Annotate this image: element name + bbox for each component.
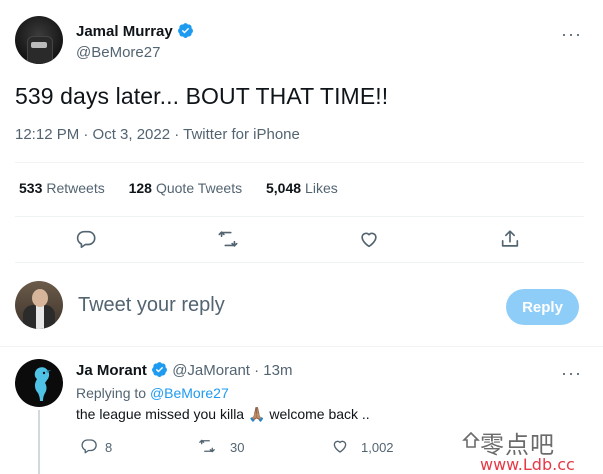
quote-tweets-label: Quote Tweets [155, 180, 243, 196]
author-avatar[interactable] [15, 16, 63, 64]
reply-header: Ja Morant @JaMorant · 13m [76, 361, 292, 379]
reply-likes-count: 1,002 [361, 440, 394, 455]
likes-count: 5,048 [266, 180, 302, 196]
retweet-icon[interactable] [198, 437, 216, 455]
more-icon[interactable]: ··· [561, 25, 582, 43]
avatar-jersey-shape [27, 36, 53, 64]
retweets-label: Retweets [46, 180, 105, 196]
divider [15, 262, 584, 263]
likes-stat[interactable]: 5,048 Likes [266, 180, 338, 196]
reply-author-avatar[interactable] [15, 359, 63, 407]
divider [15, 162, 584, 163]
thread-line [38, 410, 40, 474]
divider [0, 346, 603, 347]
reply-text-after: welcome back .. [265, 406, 370, 422]
author-name-row: Jamal Murray [76, 22, 194, 41]
quote-tweets-count: 128 [128, 180, 152, 196]
reply-button[interactable]: Reply [506, 289, 579, 325]
replying-to-line: Replying to @BeMore27 [76, 385, 229, 401]
verified-badge-icon [152, 362, 167, 377]
avatar-jersey-number-shape [31, 42, 47, 48]
likes-label: Likes [305, 180, 338, 196]
reply-text-before: the league missed you killa [76, 406, 248, 422]
like-icon[interactable] [331, 437, 349, 455]
reply-time[interactable]: · 13m [254, 362, 292, 379]
retweets-count: 533 [19, 180, 43, 196]
reply-retweets-count: 30 [230, 440, 245, 455]
reply-author-handle[interactable]: @JaMorant [172, 362, 250, 379]
retweets-stat[interactable]: 533 Retweets [19, 180, 105, 196]
reply-text: the league missed you killa 🙏🏽 welcome b… [76, 406, 370, 423]
current-user-avatar[interactable] [15, 281, 63, 329]
tweet-text: 539 days later... BOUT THAT TIME!! [15, 83, 389, 109]
reply-icon[interactable] [80, 437, 98, 455]
reply-author-name[interactable]: Ja Morant [76, 362, 147, 379]
more-icon[interactable]: ··· [561, 364, 582, 382]
replying-to-prefix: Replying to [76, 385, 150, 401]
reply-replies-count: 8 [105, 440, 113, 455]
reply-icon[interactable] [75, 228, 97, 250]
tweet-stats: 533 Retweets 128 Quote Tweets 5,048 Likes [19, 180, 358, 196]
avatar-shirt-shape [36, 305, 44, 329]
author-name[interactable]: Jamal Murray [76, 23, 173, 40]
like-icon[interactable] [358, 228, 380, 250]
retweet-icon[interactable] [217, 228, 239, 250]
divider [15, 216, 584, 217]
avatar-face-shape [32, 289, 48, 307]
watermark-logo-icon [462, 431, 480, 448]
quote-tweets-stat[interactable]: 128 Quote Tweets [129, 180, 243, 196]
author-handle[interactable]: @BeMore27 [76, 44, 160, 61]
replying-to-link[interactable]: @BeMore27 [150, 385, 229, 401]
share-icon[interactable] [499, 228, 521, 250]
folded-hands-emoji: 🙏🏽 [248, 406, 266, 422]
verified-badge-icon [178, 23, 194, 38]
watermark-url: www.Ldb.cc [480, 455, 575, 474]
bird-illustration [34, 367, 51, 401]
tweet-timestamp[interactable]: 12:12 PM · Oct 3, 2022 · Twitter for iPh… [15, 126, 300, 143]
reply-input[interactable]: Tweet your reply [78, 294, 225, 317]
